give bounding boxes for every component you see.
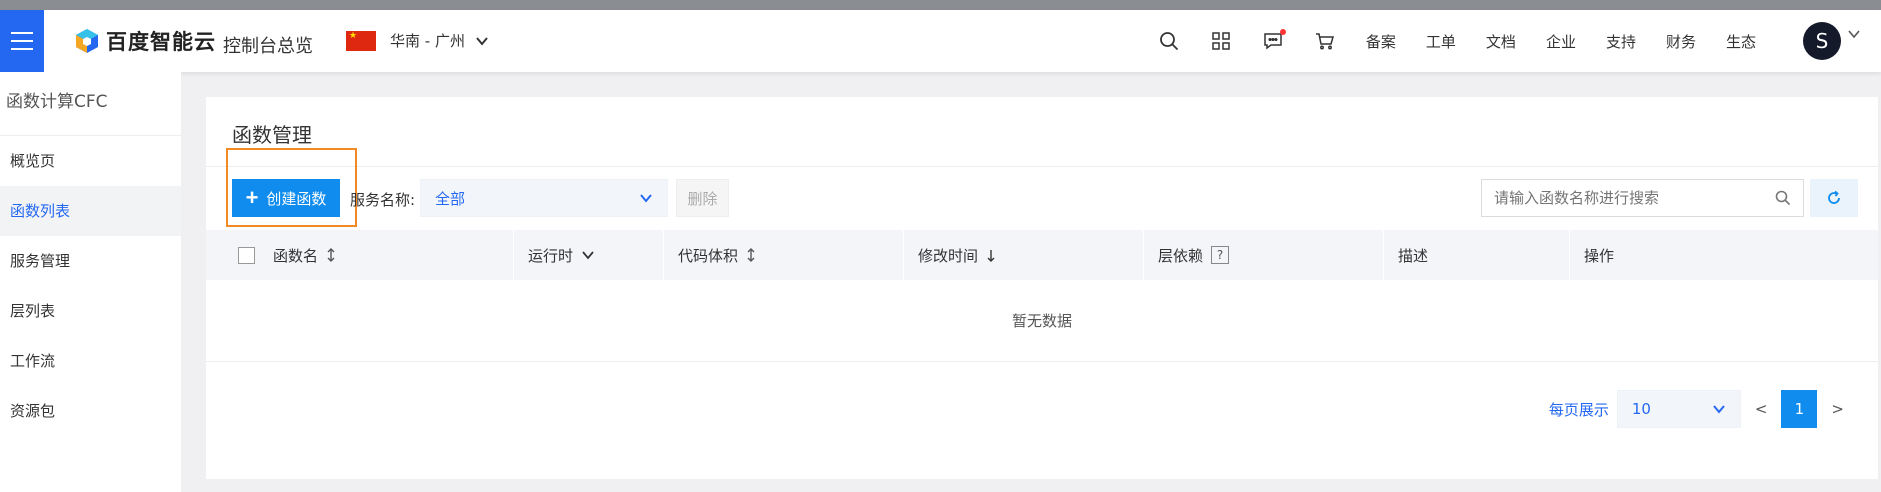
sidebar-item-resource-pack[interactable]: 资源包 [0,386,181,436]
sidebar-item-layer-list[interactable]: 层列表 [0,286,181,336]
chevron-down-icon [640,194,652,203]
chevron-down-icon [476,36,488,46]
page-number-current[interactable]: 1 [1781,390,1818,428]
logo-text: 百度智能云 [106,30,216,54]
region-selector[interactable]: ★ 华南 - 广州 [346,30,489,51]
header-nav: 备案 工单 文档 企业 支持 财务 生态 S [1143,10,1861,72]
prev-page-button[interactable]: < [1755,400,1768,418]
column-description: 描述 [1384,230,1570,280]
column-label: 描述 [1398,246,1429,265]
column-label: 函数名 [273,246,319,265]
nav-link-ticket[interactable]: 工单 [1426,31,1456,52]
browser-top-strip [0,0,1881,10]
service-name-label: 服务名称: [350,191,416,209]
region-label: 华南 - 广州 [390,32,465,50]
nav-link-enterprise[interactable]: 企业 [1546,31,1576,52]
sidebar-item-workflow[interactable]: 工作流 [0,336,181,386]
sidebar-item-overview[interactable]: 概览页 [0,136,181,186]
column-label: 操作 [1584,246,1615,265]
sidebar-item-service-management[interactable]: 服务管理 [0,236,181,286]
table-header: 函数名 运行时 代码体积 修改时间 层依赖 ? 描述 操作 [206,230,1878,280]
column-modified-time[interactable]: 修改时间 [904,230,1144,280]
column-label: 层依赖 [1158,246,1204,265]
page-size-select[interactable]: 10 [1616,390,1741,428]
sort-down-icon[interactable] [986,247,996,263]
console-overview-link[interactable]: 控制台总览 [223,32,313,58]
refresh-icon [1828,190,1840,204]
empty-state: 暂无数据 [206,280,1878,362]
china-flag-icon: ★ [346,30,376,51]
column-actions: 操作 [1570,230,1878,280]
service-name-value: 全部 [435,189,466,208]
next-page-button[interactable]: > [1831,400,1844,418]
delete-button[interactable]: 删除 [676,179,729,217]
filter-chevron-icon[interactable] [581,248,595,262]
cart-icon[interactable] [1313,29,1337,53]
sidebar: 函数计算CFC 概览页 函数列表 服务管理 层列表 工作流 资源包 [0,72,181,492]
search-input[interactable] [1494,189,1764,207]
search-box [1481,179,1804,217]
title-divider [206,166,1878,167]
sidebar-title: 函数计算CFC [0,72,181,136]
nav-link-docs[interactable]: 文档 [1486,31,1516,52]
page-title: 函数管理 [232,123,312,147]
message-icon[interactable] [1261,29,1286,53]
main-panel: 函数管理 + 创建函数 服务名称: 全部 删除 函数名 运行时 [206,97,1878,479]
column-layer-dependency: 层依赖 ? [1144,230,1384,280]
chevron-down-icon [1713,405,1725,414]
select-all-checkbox[interactable] [238,246,255,264]
logo-mark-icon [76,29,98,53]
page-size-label: 每页展示 [1548,400,1609,419]
avatar-chevron-icon[interactable] [1847,27,1861,41]
column-label: 修改时间 [918,246,979,265]
column-label: 运行时 [528,246,574,265]
refresh-button[interactable] [1810,179,1858,217]
toolbar: + 创建函数 服务名称: 全部 删除 [206,148,1878,227]
column-function-name[interactable]: 函数名 [206,230,514,280]
product-grid-icon[interactable] [1209,29,1233,53]
create-function-button[interactable]: + 创建函数 [232,179,340,217]
nav-link-support[interactable]: 支持 [1606,31,1636,52]
sort-icon[interactable] [746,247,756,263]
user-avatar[interactable]: S [1803,22,1841,60]
pagination: 每页展示 10 < 1 > [1549,390,1858,428]
nav-link-beian[interactable]: 备案 [1366,31,1396,52]
search-icon[interactable] [1775,190,1791,206]
column-code-size[interactable]: 代码体积 [664,230,904,280]
plus-icon: + [245,185,259,210]
sidebar-item-function-list[interactable]: 函数列表 [0,186,181,236]
create-function-label: 创建函数 [266,190,327,208]
column-label: 代码体积 [678,246,739,265]
menu-button[interactable] [0,10,44,72]
notification-dot [1279,29,1286,35]
help-icon[interactable]: ? [1211,246,1230,264]
page-size-value: 10 [1631,400,1651,418]
nav-link-ecosystem[interactable]: 生态 [1726,31,1756,52]
sort-icon[interactable] [326,247,336,263]
column-runtime[interactable]: 运行时 [514,230,664,280]
service-name-select[interactable]: 全部 [420,179,668,217]
top-header: 百度智能云 控制台总览 ★ 华南 - 广州 备案 工单 文档 企业 支持 财务 … [0,10,1881,72]
hamburger-icon [11,32,33,50]
nav-link-finance[interactable]: 财务 [1666,31,1696,52]
search-icon[interactable] [1157,29,1181,53]
baidu-cloud-logo[interactable]: 百度智能云 [74,26,216,56]
